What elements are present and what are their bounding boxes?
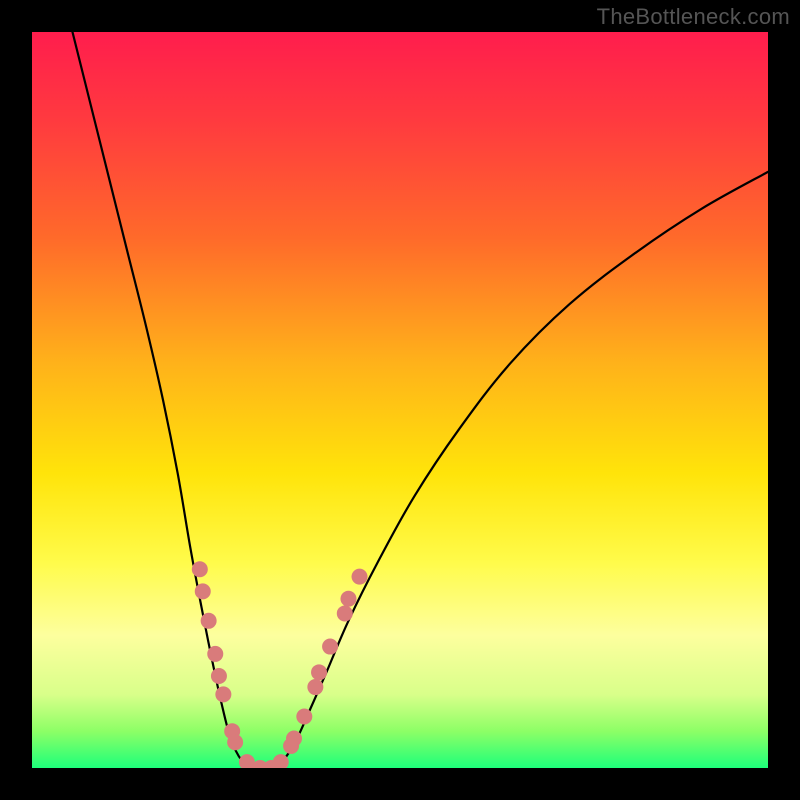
chart-background: [32, 32, 768, 768]
data-marker: [352, 569, 368, 585]
data-marker: [296, 708, 312, 724]
data-marker: [337, 605, 353, 621]
data-marker: [192, 561, 208, 577]
data-marker: [286, 731, 302, 747]
data-marker: [322, 639, 338, 655]
data-marker: [340, 591, 356, 607]
data-marker: [195, 583, 211, 599]
data-marker: [215, 686, 231, 702]
data-marker: [211, 668, 227, 684]
watermark-text: TheBottleneck.com: [597, 4, 790, 30]
chart-canvas: [32, 32, 768, 768]
data-marker: [307, 679, 323, 695]
chart-svg: [32, 32, 768, 768]
data-marker: [201, 613, 217, 629]
data-marker: [227, 734, 243, 750]
chart-frame: TheBottleneck.com: [0, 0, 800, 800]
data-marker: [311, 664, 327, 680]
data-marker: [207, 646, 223, 662]
